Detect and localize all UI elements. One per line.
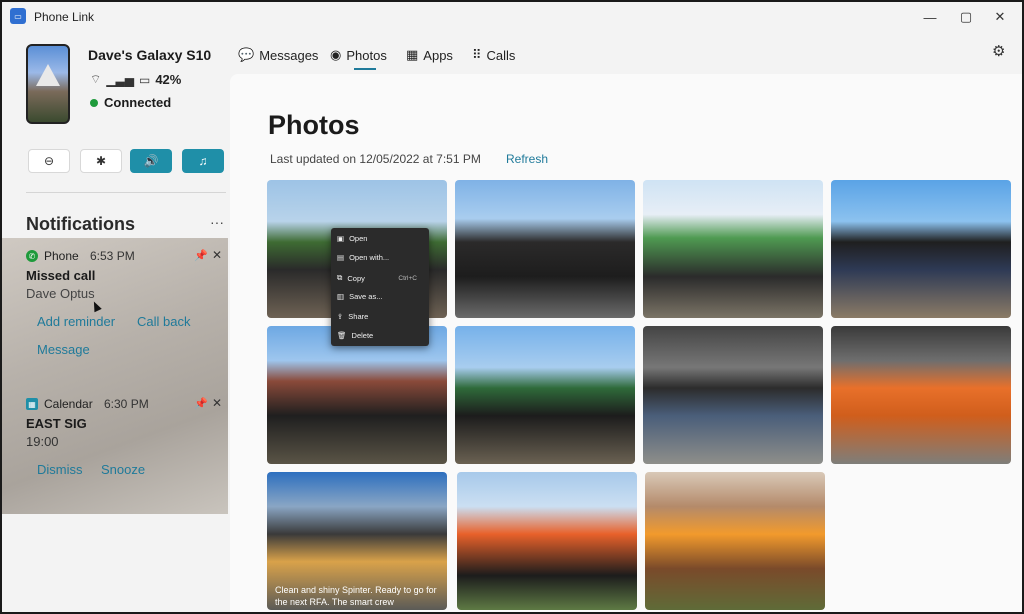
dismiss-notification-button[interactable]: ✕ [212,396,222,410]
photo-thumbnail[interactable] [643,180,823,318]
notifications-more-button[interactable]: ··· [210,214,224,230]
notification-caller: Dave Optus [26,286,95,301]
messages-icon: 💬 [238,47,255,62]
copy-icon: ⧉ [337,273,343,282]
refresh-link[interactable]: Refresh [506,152,548,166]
notifications-list: ✆ Phone 6:53 PM 📌 ✕ Missed call Dave Opt… [2,238,228,514]
photos-icon: ◉ [330,47,342,62]
menu-item-label: Save as... [349,292,383,301]
phone-app-icon: ✆ [26,250,38,262]
photo-caption: Clean and shiny Spinter. Ready to go for… [275,585,437,607]
notification-event-time: 19:00 [26,434,59,449]
apps-icon: ▦ [406,47,419,62]
snooze-button[interactable]: Snooze [101,462,145,477]
connection-status: Connected [90,95,171,110]
calls-icon: ⠿ [472,47,482,62]
menu-item-label: Delete [351,331,374,340]
tab-label: Apps [423,47,453,63]
do-not-disturb-icon: ⊖ [43,154,55,168]
connected-dot-icon [90,98,98,107]
last-updated-text: Last updated on 12/05/2022 at 7:51 PM [270,152,481,166]
minimize-button[interactable]: — [912,6,948,28]
battery-level: 42% [155,72,182,87]
volume-icon: 🔊 [143,154,159,168]
menu-item-label: Open with... [349,253,390,262]
notification-app-name: Calendar [44,397,93,411]
tab-apps[interactable]: ▦ Apps [406,42,453,68]
phone-link-app-icon: ▭ [10,8,26,24]
bluetooth-icon: ✱ [95,154,107,168]
photo-thumbnail[interactable] [455,326,635,464]
photo-context-menu: ▣ Open ▤ Open with... ⧉ Copy Ctrl+C ▥ Sa… [331,228,429,346]
connected-label: Connected [104,95,172,110]
tab-calls[interactable]: ⠿ Calls [472,42,515,68]
context-share[interactable]: ⇪ Share [337,312,368,321]
context-copy[interactable]: ⧉ Copy Ctrl+C [337,273,423,283]
photo-thumbnail[interactable] [455,180,635,318]
photo-thumbnail[interactable] [831,326,1011,464]
notifications-title: Notifications [26,214,136,234]
photo-thumbnail[interactable] [643,326,823,464]
tab-photos[interactable]: ◉ Photos [330,42,387,68]
pin-icon[interactable]: 📌 [194,397,208,410]
save-icon: ▥ [337,292,345,301]
selected-tab-indicator [354,68,376,70]
notification-heading: Missed call [26,268,96,283]
notification-time: 6:30 PM [104,397,149,411]
do-not-disturb-button[interactable]: ⊖ [28,149,70,173]
device-name: Dave's Galaxy S10 [88,47,212,63]
message-button[interactable]: Message [37,342,90,357]
delete-icon: 🗑 [337,331,347,340]
app-title: Phone Link [34,10,95,24]
photo-thumbnail[interactable]: Clean and shiny Spinter. Ready to go for… [267,472,447,610]
notification-app-name: Phone [44,249,79,263]
share-icon: ⇪ [337,312,344,321]
notification-time: 6:53 PM [90,249,135,263]
open-icon: ▣ [337,234,345,243]
tab-label: Messages [259,47,319,63]
maximize-button[interactable]: ▢ [948,6,984,28]
menu-item-label: Copy [347,273,365,283]
media-button[interactable]: ♫ [182,149,224,173]
tab-label: Photos [346,47,387,63]
menu-item-label: Open [349,234,368,243]
device-status-row: ⌔ ▁▃▅ ▭ 42% [90,72,181,87]
open-with-icon: ▤ [337,253,345,262]
context-save-as[interactable]: ▥ Save as... [337,292,382,301]
context-open-with[interactable]: ▤ Open with... [337,253,389,262]
volume-button[interactable]: 🔊 [130,149,172,173]
settings-gear-icon[interactable]: ⚙ [992,42,1005,60]
dismiss-button[interactable]: Dismiss [37,462,83,477]
phone-link-window: ▭ Phone Link — ▢ ✕ Dave's Galaxy S10 ⌔ ▁… [2,2,1022,612]
divider [26,192,226,193]
notification-heading: EAST SIG [26,416,87,431]
tab-messages[interactable]: 💬 Messages [238,42,318,68]
photo-thumbnail[interactable] [645,472,825,610]
wifi-icon: ⌔ [90,72,102,86]
menu-item-label: Share [348,312,369,321]
music-note-icon: ♫ [198,154,208,168]
call-back-button[interactable]: Call back [137,314,190,329]
add-reminder-button[interactable]: Add reminder [37,314,115,329]
photo-thumbnail[interactable] [457,472,637,610]
dismiss-notification-button[interactable]: ✕ [212,248,222,262]
left-pane: Dave's Galaxy S10 ⌔ ▁▃▅ ▭ 42% Connected … [2,32,228,612]
device-wallpaper-thumbnail [26,44,70,124]
notification-calendar[interactable]: ▦ Calendar 6:30 PM 📌 ✕ EAST SIG 19:00 Di… [2,388,228,514]
calendar-app-icon: ▦ [26,398,38,410]
photo-thumbnail[interactable] [267,326,447,464]
notification-missed-call[interactable]: ✆ Phone 6:53 PM 📌 ✕ Missed call Dave Opt… [2,238,228,386]
tab-label: Calls [486,47,516,63]
shortcut-label: Ctrl+C [398,274,417,282]
context-delete[interactable]: 🗑 Delete [337,331,373,340]
title-bar: ▭ Phone Link — ▢ ✕ [2,2,1022,32]
page-title: Photos [268,110,360,140]
pin-icon[interactable]: 📌 [194,249,208,262]
photo-thumbnail[interactable] [831,180,1011,318]
signal-icon: ▁▃▅ [106,72,134,87]
bluetooth-button[interactable]: ✱ [80,149,122,173]
battery-icon: ▭ [138,72,151,87]
context-open[interactable]: ▣ Open [337,234,367,243]
close-window-button[interactable]: ✕ [982,6,1018,28]
